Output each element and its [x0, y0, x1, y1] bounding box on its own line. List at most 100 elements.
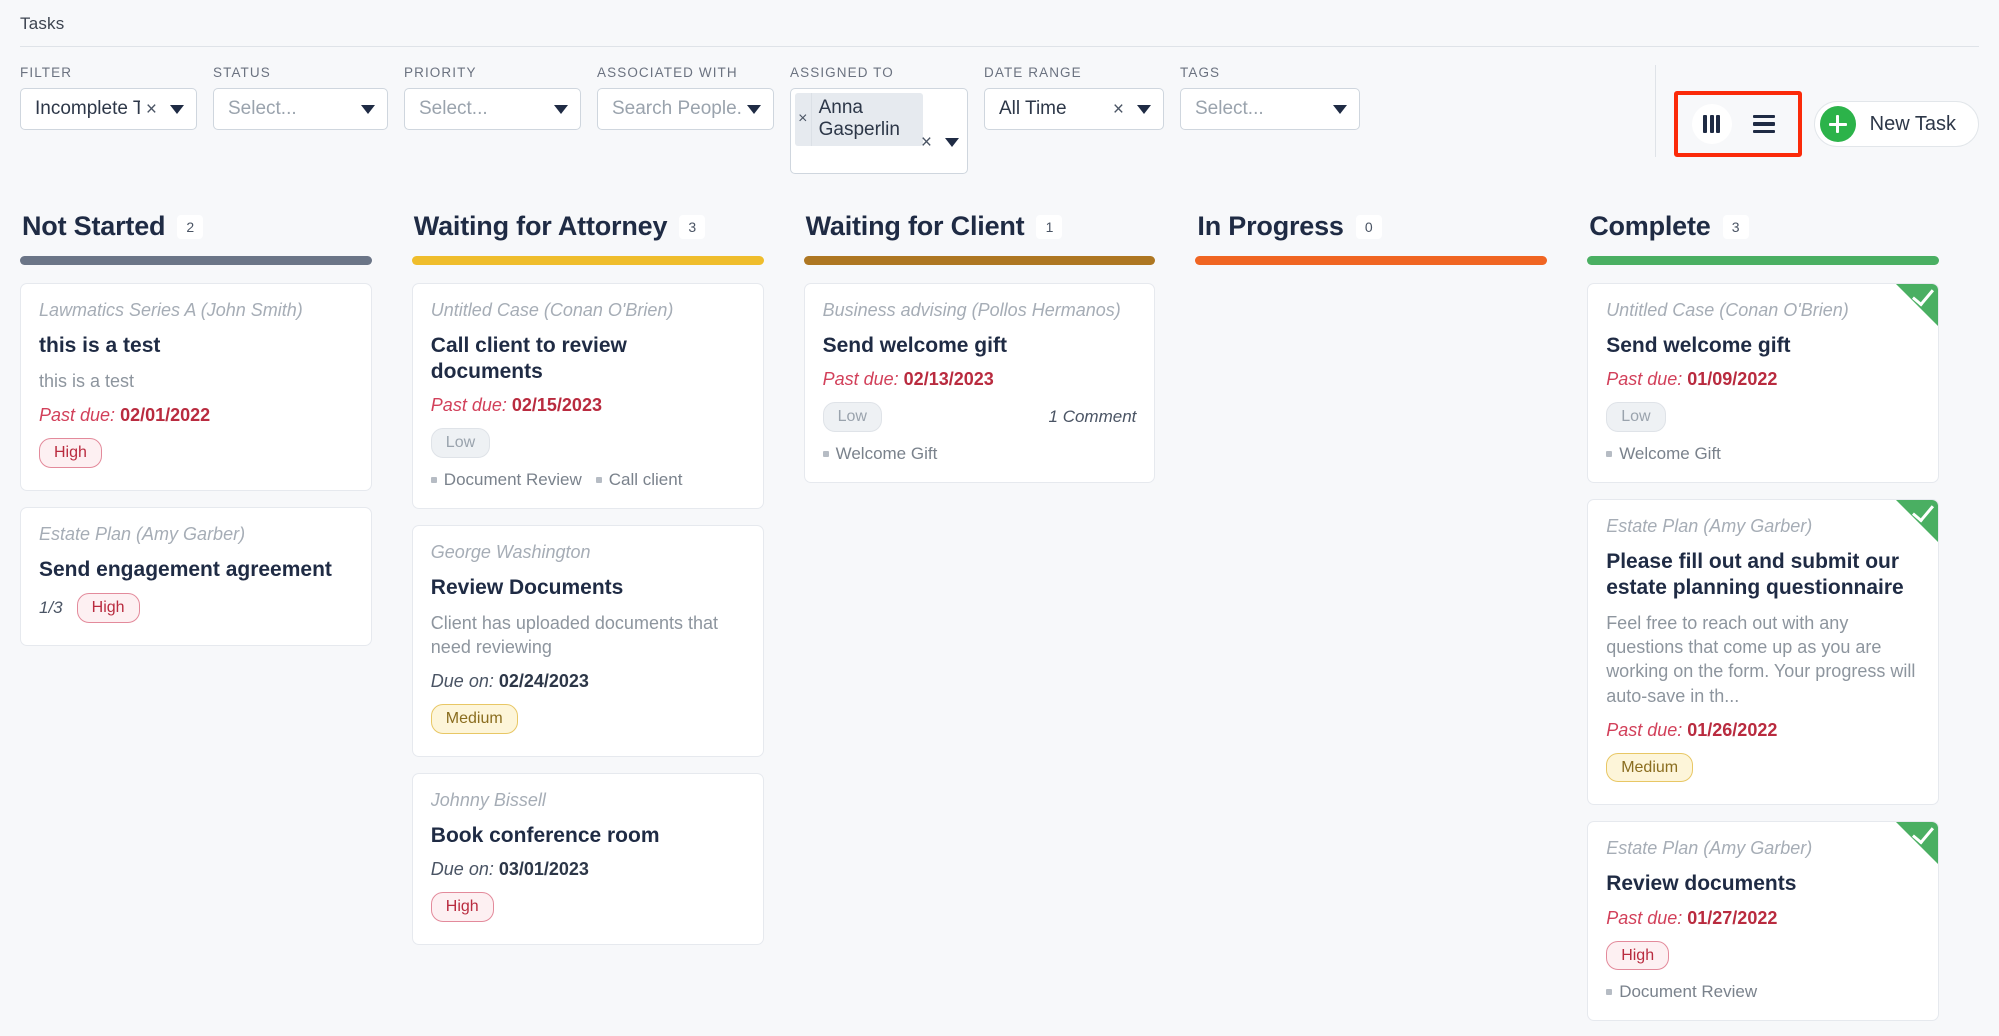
page-header: Tasks	[0, 0, 1999, 34]
column-card-list: Untitled Case (Conan O'Brien) Call client…	[411, 283, 764, 945]
filter-label-filter: FILTER	[20, 65, 73, 80]
column-title: In Progress	[1197, 211, 1344, 241]
task-tag-label: Document Review	[1619, 982, 1758, 1002]
priority-select[interactable]: Select...	[404, 88, 581, 130]
column-color-bar	[1195, 256, 1548, 265]
tags-chevron-down-icon[interactable]	[1333, 104, 1347, 114]
task-tag-label: Document Review	[443, 469, 582, 489]
assigned-to-clear-icon[interactable]: ×	[915, 133, 941, 152]
column-color-bar	[1587, 256, 1939, 265]
task-card[interactable]: Untitled Case (Conan O'Brien) Call client…	[411, 283, 764, 509]
task-due-date: Past due: 01/09/2022	[1606, 369, 1920, 390]
filter-label-status: STATUS	[213, 65, 271, 80]
tags-select[interactable]: Select...	[1180, 88, 1360, 130]
filter-group-date-range: DATE RANGE All Time ×	[984, 65, 1164, 130]
task-card[interactable]: Estate Plan (Amy Garber) Send engagement …	[20, 506, 372, 646]
task-priority-badge: Low	[1606, 402, 1666, 432]
list-view-button[interactable]	[1744, 104, 1784, 144]
column-title: Waiting for Attorney	[413, 211, 668, 241]
filter-clear-icon[interactable]: ×	[140, 100, 166, 119]
column-header: In Progress 0	[1195, 211, 1547, 242]
filter-chevron-down-icon[interactable]	[170, 104, 184, 114]
task-card[interactable]: Untitled Case (Conan O'Brien) Send welcom…	[1587, 283, 1939, 483]
filter-group-priority: PRIORITY Select...	[404, 65, 581, 130]
task-board: Not Started 2 Lawmatics Series A (John Smi…	[0, 197, 1999, 1022]
column-header: Waiting for Attorney 3	[412, 211, 764, 242]
task-due-label: Past due:	[822, 369, 899, 390]
assigned-to-chevron-down-icon[interactable]	[945, 138, 959, 147]
task-comment-count[interactable]: 1 Comment	[1049, 407, 1137, 427]
date-range-clear-icon[interactable]: ×	[1107, 100, 1133, 119]
task-tag-row: Welcome Gift	[1606, 444, 1920, 464]
task-due-date: Past due: 01/26/2022	[1606, 720, 1920, 741]
tag-dot-icon	[822, 450, 829, 457]
status-placeholder: Select...	[228, 98, 297, 119]
column-count-badge: 0	[1355, 214, 1382, 239]
assigned-to-chip[interactable]: × Anna Gasperlin	[795, 93, 923, 146]
task-priority-badge: High	[1606, 940, 1670, 971]
filter-group-status: STATUS Select...	[213, 65, 388, 130]
filter-label-assigned-to: ASSIGNED TO	[790, 65, 894, 80]
filter-label-date-range: DATE RANGE	[984, 65, 1082, 80]
column-title: Complete	[1589, 211, 1711, 241]
task-tag-row: Document Review	[1606, 982, 1920, 1002]
task-tag-label: Welcome Gift	[1619, 443, 1721, 463]
filter-select[interactable]: Incomplete Ta...×	[20, 88, 197, 130]
date-range-select[interactable]: All Time ×	[984, 88, 1164, 130]
new-task-button[interactable]: New Task	[1813, 101, 1979, 147]
filter-group-associated-with: ASSOCIATED WITH Search People...	[597, 65, 774, 130]
date-range-chevron-down-icon[interactable]	[1137, 104, 1151, 114]
task-due-label: Due on:	[430, 858, 494, 879]
task-due-label: Past due:	[39, 405, 116, 426]
task-matter: Estate Plan (Amy Garber)	[1606, 838, 1813, 859]
board-column: Not Started 2 Lawmatics Series A (John Smi…	[20, 211, 412, 646]
new-task-label: New Task	[1869, 112, 1956, 135]
associated-with-chevron-down-icon[interactable]	[747, 104, 761, 114]
associated-with-select[interactable]: Search People...	[597, 88, 774, 130]
board-column: Waiting for Client 1 Business advising (Po…	[803, 211, 1196, 483]
filter-toolbar: FILTERIncomplete Ta...×STATUSSelect...PR…	[0, 47, 1999, 197]
task-due-label: Past due:	[430, 395, 507, 416]
task-card[interactable]: Estate Plan (Amy Garber) Please fill out …	[1587, 498, 1939, 806]
tag-dot-icon	[595, 476, 602, 483]
task-card[interactable]: Johnny Bissell Book conference room Due on…	[411, 772, 764, 945]
task-card[interactable]: George Washington Review Documents Client …	[411, 524, 764, 757]
task-card[interactable]: Business advising (Pollos Hermanos) Send …	[803, 283, 1156, 483]
task-description: this is a test	[39, 371, 135, 392]
task-title: Call client to review documents	[430, 334, 627, 384]
task-due-value: 02/24/2023	[498, 671, 589, 692]
status-chevron-down-icon[interactable]	[361, 104, 375, 114]
assigned-to-chip-label: Anna Gasperlin	[818, 97, 900, 141]
status-select[interactable]: Select...	[213, 88, 388, 130]
task-card[interactable]: Estate Plan (Amy Garber) Review documents…	[1587, 821, 1939, 1022]
task-subtask-count: 1/3	[39, 597, 63, 617]
date-range-value: All Time	[999, 98, 1067, 119]
task-due-date: Due on: 03/01/2023	[431, 859, 745, 880]
column-count-badge: 2	[177, 214, 204, 239]
priority-chevron-down-icon[interactable]	[554, 104, 568, 114]
task-meta-row: Low	[1606, 402, 1920, 432]
column-count-badge: 3	[679, 214, 706, 239]
task-priority-badge: Low	[822, 402, 882, 432]
task-due-value: 01/27/2022	[1687, 907, 1778, 928]
task-tag: Welcome Gift	[1606, 444, 1721, 464]
task-tag: Document Review	[1606, 982, 1757, 1002]
task-due-label: Due on:	[430, 671, 494, 692]
assigned-to-select[interactable]: × Anna Gasperlin ×	[790, 88, 968, 174]
task-matter: Estate Plan (Amy Garber)	[39, 523, 246, 544]
column-card-list: Untitled Case (Conan O'Brien) Send welcom…	[1587, 283, 1939, 1022]
associated-with-placeholder: Search People...	[612, 98, 743, 119]
board-view-button[interactable]	[1691, 104, 1732, 144]
filter-group-filter: FILTER Incomplete Ta...×	[20, 65, 197, 130]
task-meta-row: Low 1 Comment	[822, 402, 1137, 432]
task-card[interactable]: Lawmatics Series A (John Smith) this is a…	[20, 283, 372, 491]
priority-placeholder: Select...	[419, 98, 488, 119]
task-title: Send welcome gift	[822, 334, 1007, 357]
task-description: Feel free to reach out with any question…	[1606, 612, 1916, 706]
assigned-to-chip-remove-icon[interactable]: ×	[795, 93, 812, 146]
task-matter: Lawmatics Series A (John Smith)	[39, 300, 303, 320]
task-meta-row: Medium	[430, 704, 745, 734]
filter-label-priority: PRIORITY	[404, 65, 477, 80]
list-view-icon	[1752, 114, 1775, 134]
task-title: Review documents	[1606, 872, 1797, 896]
